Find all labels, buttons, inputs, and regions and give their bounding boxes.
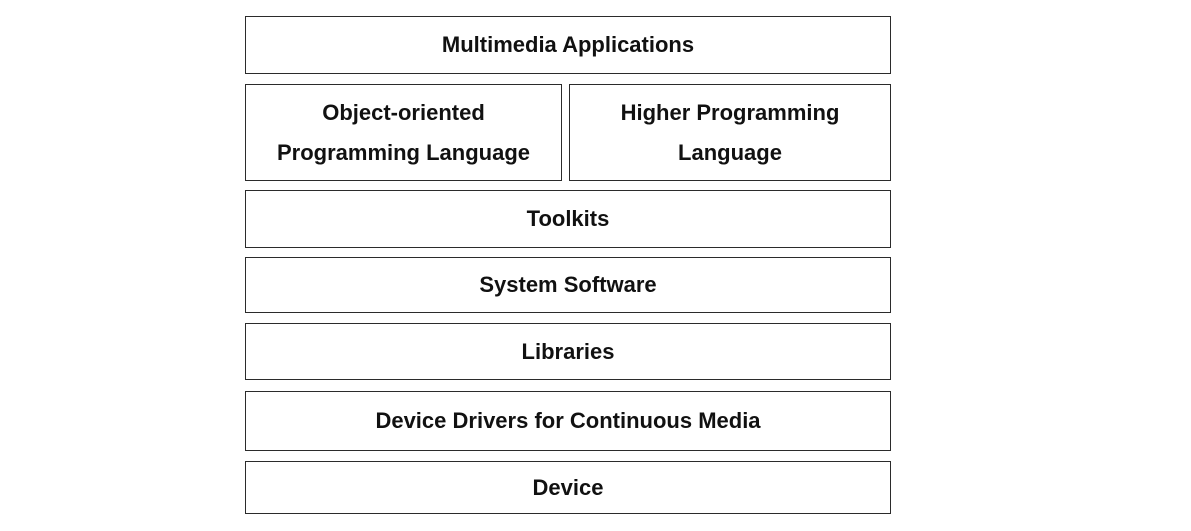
layer-multimedia-applications: Multimedia Applications — [245, 16, 891, 74]
layer-label-line: Object-oriented — [322, 99, 485, 125]
layer-system-software: System Software — [245, 257, 891, 313]
layer-label: Device — [532, 474, 604, 500]
layer-label: System Software — [479, 272, 657, 297]
layer-label-line: Programming Language — [276, 139, 531, 165]
layer-device: Device — [245, 461, 891, 514]
layer-object-oriented-language: Object-oriented Programming Language — [245, 84, 562, 181]
layer-label: Multimedia Applications — [441, 32, 695, 57]
layer-libraries: Libraries — [245, 323, 891, 380]
layer-label: Libraries — [521, 338, 615, 364]
layer-toolkits: Toolkits — [245, 190, 891, 248]
layer-label: Toolkits — [526, 206, 610, 231]
layer-label-line: Higher Programming — [620, 99, 840, 125]
layer-label: Device Drivers for Continuous Media — [375, 408, 761, 433]
layer-label-line: Language — [678, 139, 782, 165]
layer-device-drivers: Device Drivers for Continuous Media — [245, 391, 891, 451]
layer-higher-programming-language: Higher Programming Language — [569, 84, 891, 181]
layer-label: Object-oriented Programming Language — [277, 93, 530, 173]
layer-label: Higher Programming Language — [621, 93, 840, 173]
